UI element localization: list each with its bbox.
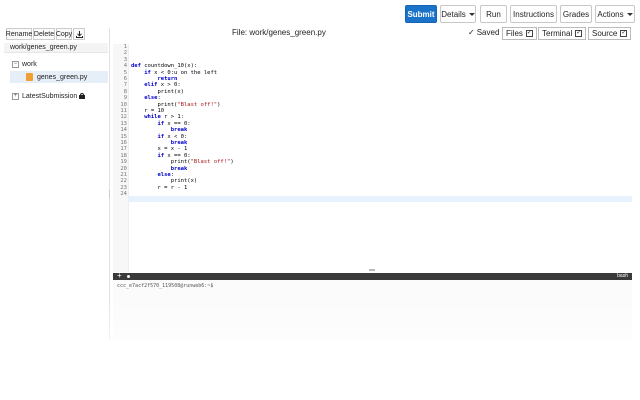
new-terminal-button[interactable]: + — [117, 271, 122, 280]
line-number: 11 — [120, 108, 127, 114]
files-toggle[interactable]: Files ✓ — [502, 27, 537, 40]
run-button[interactable]: Run — [480, 5, 507, 23]
tree-file-genes-green[interactable]: genes_green.py — [10, 71, 108, 83]
line-number: 19 — [120, 159, 127, 166]
code-line: r = 10 — [131, 108, 165, 114]
line-number: 16 — [120, 140, 127, 146]
files-checkbox[interactable]: ✓ — [525, 30, 533, 37]
terminal-toolbar: + bash — [113, 271, 632, 280]
file-path: work/genes_green.py — [4, 43, 108, 53]
editor-header: File: work/genes_green.py ✓ Saved Files … — [112, 27, 640, 42]
line-number: 5 — [123, 69, 127, 76]
code-line: break — [170, 127, 188, 134]
source-toggle[interactable]: Source ✓ — [588, 27, 632, 40]
terminal-prompt: ccc_e7acf2f570_119508@runweb6:~$ — [117, 283, 214, 289]
code-editor[interactable]: 1 2 3 4 5 6 7 8 9 10 11 12 13 14 15 16 17 18 19 20 21 22 23 24 … — [113, 44, 632, 272]
python-file-icon — [26, 73, 33, 81]
line-number: 3 — [123, 56, 127, 63]
instructions-button[interactable]: Instructions — [510, 5, 557, 23]
collapse-toggle[interactable]: − — [12, 60, 19, 68]
code-line: break — [170, 140, 188, 146]
line-number: 21 — [120, 172, 127, 178]
line-number: 15 — [120, 133, 127, 140]
panel-resize-handle[interactable] — [109, 190, 110, 198]
terminal-checkbox[interactable]: ✓ — [575, 30, 583, 37]
terminal-toggle[interactable]: Terminal ✓ — [538, 27, 587, 40]
line-number: 22 — [120, 178, 127, 185]
save-status: ✓ Saved — [468, 28, 499, 37]
code-line: if x < 0:u on the left — [144, 69, 218, 76]
download-button[interactable] — [73, 28, 85, 40]
source-label: Source — [592, 29, 618, 38]
code-line: def countdown_10(x): — [131, 63, 198, 70]
lock-icon — [79, 93, 86, 99]
code-line: elif x > 0: — [144, 82, 181, 89]
folder-label: work — [22, 60, 37, 68]
caret-down-icon — [626, 12, 633, 16]
file-browser-panel: Rename Delete Copy work/genes_green.py −… — [0, 28, 110, 340]
expand-toggle[interactable]: + — [12, 92, 19, 100]
code-line: if x < 0: — [157, 133, 188, 140]
delete-button[interactable]: Delete — [33, 28, 55, 40]
tree-folder-work[interactable]: − work — [12, 58, 37, 70]
line-number-gutter: 1 2 3 4 5 6 7 8 9 10 11 12 13 14 15 16 17 18 19 20 21 22 23 24 — [113, 44, 129, 272]
line-number: 4 — [123, 63, 127, 70]
code-line: if x == 0: — [157, 120, 191, 127]
check-icon: ✓ — [468, 28, 475, 37]
editor-filename: File: work/genes_green.py — [232, 28, 326, 37]
line-number: 8 — [123, 88, 127, 95]
line-number: 2 — [123, 50, 127, 57]
files-label: Files — [506, 29, 523, 38]
code-line: else: — [157, 172, 175, 178]
line-number: 17 — [120, 146, 127, 153]
actions-button[interactable]: Actions — [595, 5, 635, 23]
actions-label: Actions — [597, 9, 624, 19]
line-number: 9 — [123, 95, 127, 102]
tree-folder-latest-submission[interactable]: + LatestSubmission — [12, 90, 86, 102]
terminal-shell-label: bash — [617, 273, 628, 279]
line-number: 13 — [120, 120, 127, 127]
saved-label: Saved — [476, 28, 500, 37]
terminal-status-dot — [127, 275, 130, 278]
copy-button[interactable]: Copy — [56, 28, 72, 40]
rename-button[interactable]: Rename — [6, 28, 32, 40]
details-label: Details — [441, 9, 466, 19]
terminal-label: Terminal — [542, 29, 573, 38]
code-line: if x == 0: — [157, 152, 191, 159]
details-button[interactable]: Details — [440, 5, 476, 23]
line-number: 10 — [120, 101, 127, 108]
code-line: print("Blast off!") — [131, 159, 234, 166]
code-line: print(x) — [131, 88, 184, 95]
submit-button[interactable]: Submit — [405, 5, 437, 23]
grades-button[interactable]: Grades — [560, 5, 592, 23]
line-number: 1 — [123, 44, 127, 50]
folder-label: LatestSubmission — [22, 92, 78, 100]
terminal-resize-handle[interactable] — [369, 269, 375, 271]
download-icon — [75, 30, 83, 38]
code-line: print("Blast off!") — [131, 101, 221, 108]
line-number: 24 — [120, 191, 127, 198]
top-toolbar: Submit Details Run Instructions Grades A… — [0, 0, 640, 28]
line-number: 14 — [120, 127, 127, 134]
line-number: 6 — [123, 76, 127, 82]
code-line: while r > 1: — [144, 114, 184, 121]
line-number: 7 — [123, 82, 127, 89]
code-line: break — [170, 165, 188, 172]
line-number: 12 — [120, 114, 127, 121]
active-line-highlight — [113, 196, 632, 202]
caret-down-icon — [468, 12, 475, 16]
bottom-fade — [0, 300, 640, 400]
line-number: 23 — [120, 184, 127, 191]
source-checkbox[interactable]: ✓ — [620, 30, 628, 37]
code-line: r = r - 1 — [131, 184, 188, 191]
code-line: return — [157, 76, 178, 82]
code-line: else: — [144, 95, 161, 102]
line-number: 20 — [120, 165, 127, 172]
code-line: x = x - 1 — [131, 146, 188, 153]
code-line: print(x) — [131, 178, 198, 185]
line-number: 18 — [120, 152, 127, 159]
file-label: genes_green.py — [37, 73, 88, 81]
